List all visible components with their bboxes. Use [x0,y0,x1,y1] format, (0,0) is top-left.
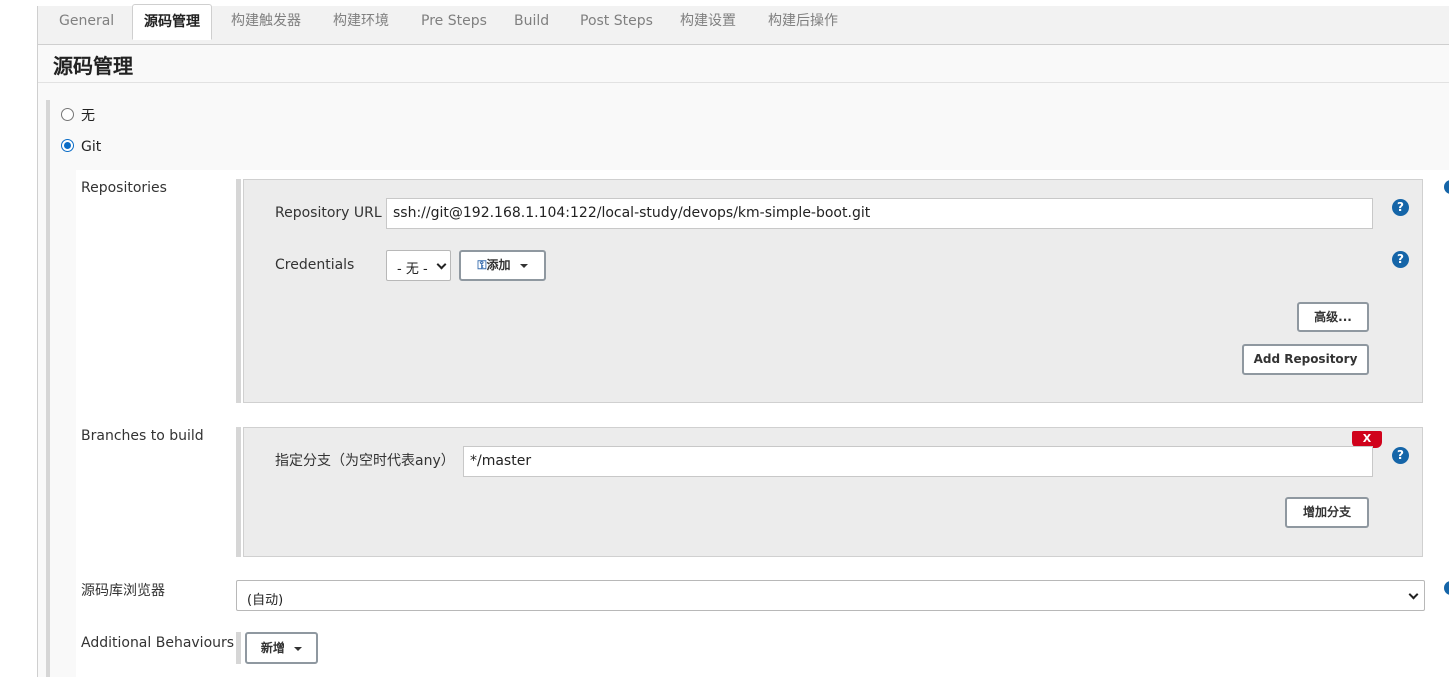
tab-source-code-management[interactable]: 源码管理 [132,4,212,40]
repository-browser-label: 源码库浏览器 [81,583,165,599]
add-branch-button[interactable]: 增加分支 [1285,497,1369,528]
scm-git-label: Git [81,139,102,155]
additional-behaviours-indent-bar [236,632,241,664]
add-credentials-button[interactable]: ⚿添加 [459,250,546,281]
tab-build-settings[interactable]: 构建设置 [680,4,736,39]
credentials-label: Credentials [275,257,355,273]
caret-down-icon [519,263,528,268]
add-behaviour-label: 新增 [260,641,285,655]
credentials-select[interactable]: - 无 - [386,250,451,281]
section-indent-bar [46,100,50,677]
add-repository-button[interactable]: Add Repository [1242,344,1369,375]
scm-git-radio[interactable] [61,139,74,152]
branches-to-build-label: Branches to build [81,428,204,444]
add-credentials-label: 添加 [486,258,511,272]
chevron-down-icon [436,259,447,270]
repository-browser-selected-value: (自动) [247,593,284,608]
tab-pre-steps[interactable]: Pre Steps [421,4,487,39]
section-title: 源码管理 [53,54,133,78]
branch-specifier-label: 指定分支（为空时代表any） [275,453,455,469]
branch-specifier-input[interactable]: */master [463,446,1373,477]
tab-post-build-actions[interactable]: 构建后操作 [768,4,838,39]
repository-url-input[interactable]: ssh://git@192.168.1.104:122/local-study/… [386,198,1373,229]
credentials-selected-value: - 无 - [397,262,428,277]
repositories-indent-bar [236,179,241,403]
tab-general[interactable]: General [59,4,114,39]
branch-specifier-help-icon[interactable]: ? [1392,447,1409,464]
advanced-button[interactable]: 高级... [1297,302,1369,332]
caret-down-icon [294,646,303,651]
tab-build-triggers[interactable]: 构建触发器 [231,4,301,39]
tab-build[interactable]: Build [514,4,549,39]
repository-url-label: Repository URL [275,205,382,221]
tab-post-steps[interactable]: Post Steps [580,4,653,39]
repositories-label: Repositories [81,180,167,196]
tab-build-environment[interactable]: 构建环境 [333,4,389,39]
scm-none-label: 无 [81,108,95,124]
additional-behaviours-label: Additional Behaviours [81,635,235,651]
chevron-down-icon [1408,589,1419,600]
repository-browser-select[interactable]: (自动) [236,580,1425,611]
credentials-help-icon[interactable]: ? [1392,251,1409,268]
branches-indent-bar [236,427,241,557]
scm-none-radio[interactable] [61,108,74,121]
repository-url-help-icon[interactable]: ? [1392,199,1409,216]
section-divider [38,82,1449,83]
add-behaviour-button[interactable]: 新增 [245,632,318,664]
